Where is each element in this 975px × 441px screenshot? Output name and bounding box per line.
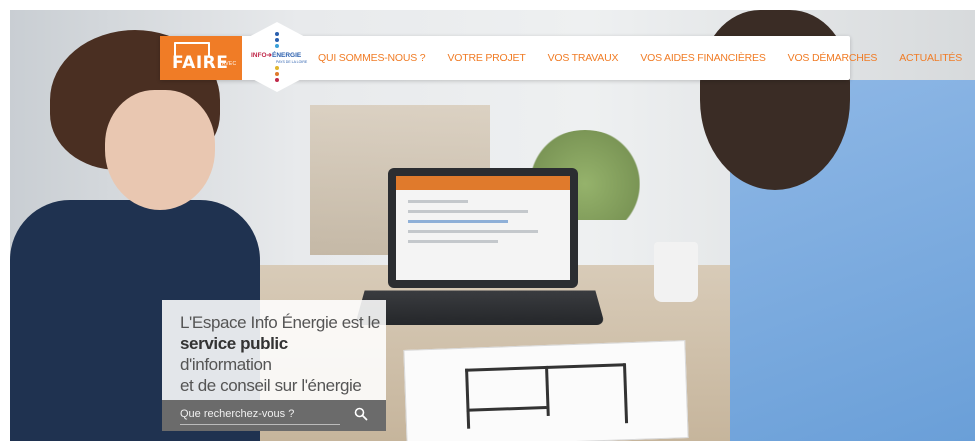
search-icon[interactable] [354,407,368,421]
hero-tagline: L'Espace Info Énergie est le service pub… [180,312,380,396]
search-input[interactable] [180,404,340,425]
nav-item-vos-travaux[interactable]: VOS TRAVAUX [548,52,619,64]
nav-item-qui-sommes-nous[interactable]: QUI SOMMES-NOUS ? [318,52,426,64]
nav-item-vos-aides-financieres[interactable]: VOS AIDES FINANCIÈRES [640,52,766,64]
info-energie-logo-subtitle: PAYS DE LA LOIRE [276,60,308,64]
laptop-screen [388,168,578,288]
faire-logo-tagline: AVEC [222,61,237,67]
floor-plan-sheet [403,340,689,441]
hero-tagline-emphasis: service public [180,334,288,353]
info-energie-logo-title: INFO➔ÉNERGIE [251,52,302,59]
hero-tagline-line-3: et de conseil sur l'énergie [180,376,362,395]
nav-item-actualites[interactable]: ACTUALITÉS [899,52,962,64]
hero-tagline-line-1: L'Espace Info Énergie est le [180,313,380,332]
nav-item-vos-demarches[interactable]: VOS DÉMARCHES [788,52,878,64]
laptop-keyboard [354,290,606,325]
search-bar [162,400,386,431]
faire-logo-word: FAIRE [172,53,229,73]
faire-logo[interactable]: FAIRE AVEC [160,36,242,80]
nav-item-votre-projet[interactable]: VOTRE PROJET [447,52,525,64]
main-menu: QUI SOMMES-NOUS ? VOTRE PROJET VOS TRAVA… [318,36,975,80]
hero-tagline-line-2: d'information [180,355,272,374]
hero-card: L'Espace Info Énergie est le service pub… [162,300,386,400]
